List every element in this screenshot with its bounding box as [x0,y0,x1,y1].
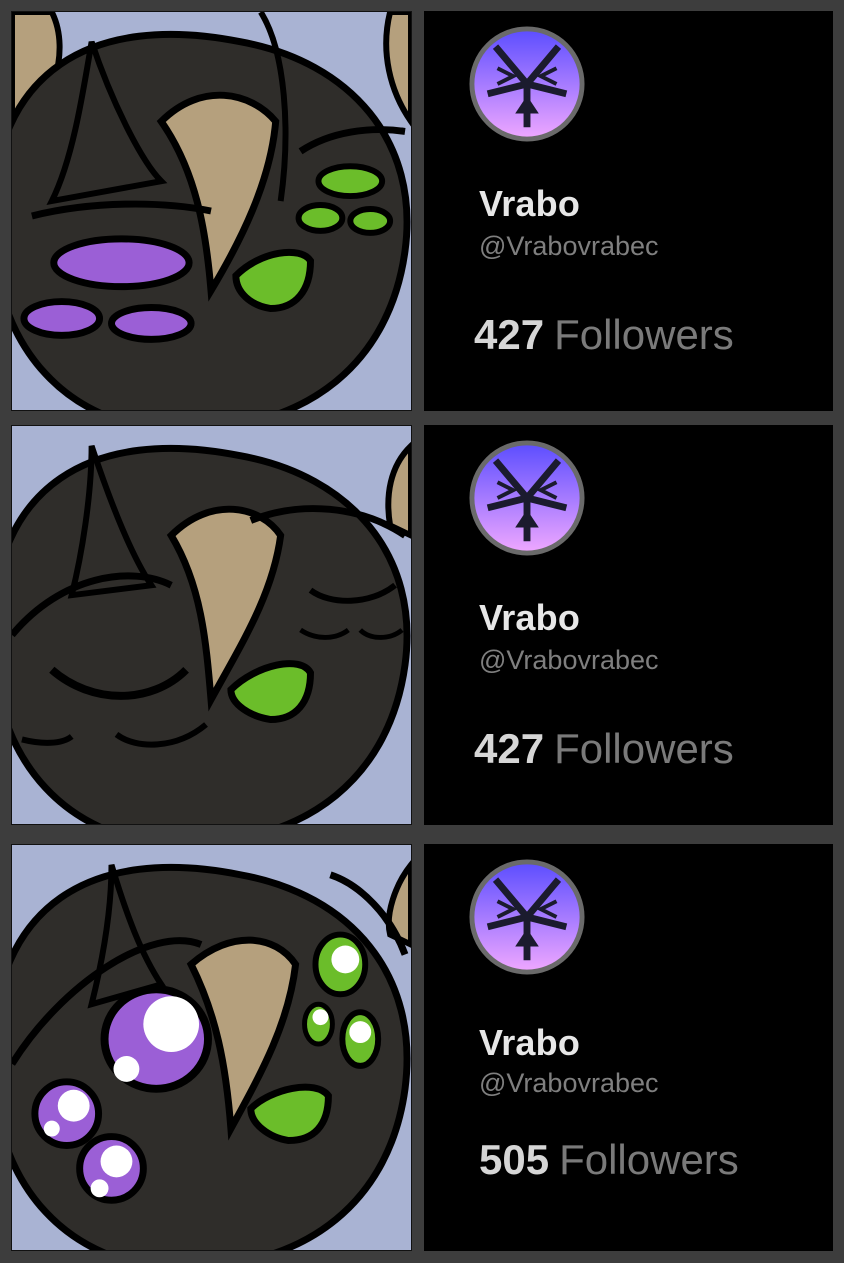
followers-stat[interactable]: 505 Followers [479,1136,739,1184]
profile-card-3[interactable]: Vrabo @Vrabovrabec 505 Followers [424,844,833,1251]
follower-label: Followers [559,1136,739,1183]
profile-card-1[interactable]: Vrabo @Vrabovrabec 427 Followers [424,11,833,411]
vrabo-emblem-icon[interactable] [468,25,586,143]
art-panel-squinting [11,11,412,411]
follower-label: Followers [554,725,734,772]
art-panel-eyes-closed [11,425,412,825]
character-squinting-illustration [12,12,411,410]
follower-count: 427 [474,311,545,358]
username-handle[interactable]: @Vrabovrabec [479,1068,659,1099]
followers-stat[interactable]: 427 Followers [474,725,734,773]
follower-count: 505 [479,1136,550,1183]
display-name: Vrabo [479,1022,581,1063]
character-wide-eyed-illustration [12,845,411,1250]
display-name: Vrabo [479,183,581,224]
follower-label: Followers [554,311,734,358]
vrabo-emblem-icon[interactable] [468,439,586,557]
follower-count: 427 [474,725,545,772]
display-name: Vrabo [479,597,581,638]
art-panel-wide-eyed [11,844,412,1251]
username-handle[interactable]: @Vrabovrabec [479,231,659,262]
profile-card-2[interactable]: Vrabo @Vrabovrabec 427 Followers [424,425,833,825]
followers-stat[interactable]: 427 Followers [474,311,734,359]
character-eyes-closed-illustration [12,426,411,824]
vrabo-emblem-icon[interactable] [468,858,586,976]
username-handle[interactable]: @Vrabovrabec [479,645,659,676]
comic-strip: Vrabo @Vrabovrabec 427 Followers Vrabo @… [0,0,844,1263]
